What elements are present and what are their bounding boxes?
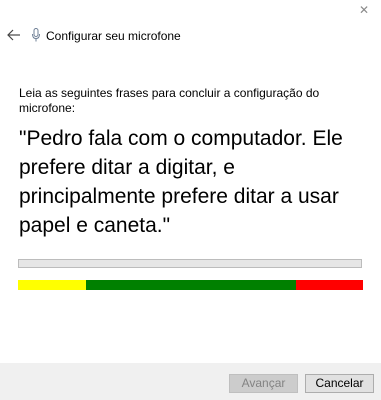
cancel-button[interactable]: Cancelar <box>305 374 374 393</box>
instruction-text: Leia as seguintes frases para concluir a… <box>19 86 320 115</box>
progress-bar <box>18 259 362 268</box>
volume-meter <box>18 280 363 290</box>
meter-segment-ok <box>85 280 296 290</box>
microphone-icon <box>32 28 40 42</box>
back-arrow-icon[interactable] <box>6 28 22 42</box>
meter-segment-high <box>295 280 363 290</box>
close-icon[interactable]: ✕ <box>359 4 369 16</box>
window-title: Configurar seu microfone <box>46 29 181 43</box>
meter-segment-low <box>18 280 86 290</box>
reading-phrase: "Pedro fala com o computador. Ele prefer… <box>19 127 343 237</box>
next-button[interactable]: Avançar <box>229 374 298 393</box>
footer-bar: Avançar Cancelar <box>0 363 381 400</box>
